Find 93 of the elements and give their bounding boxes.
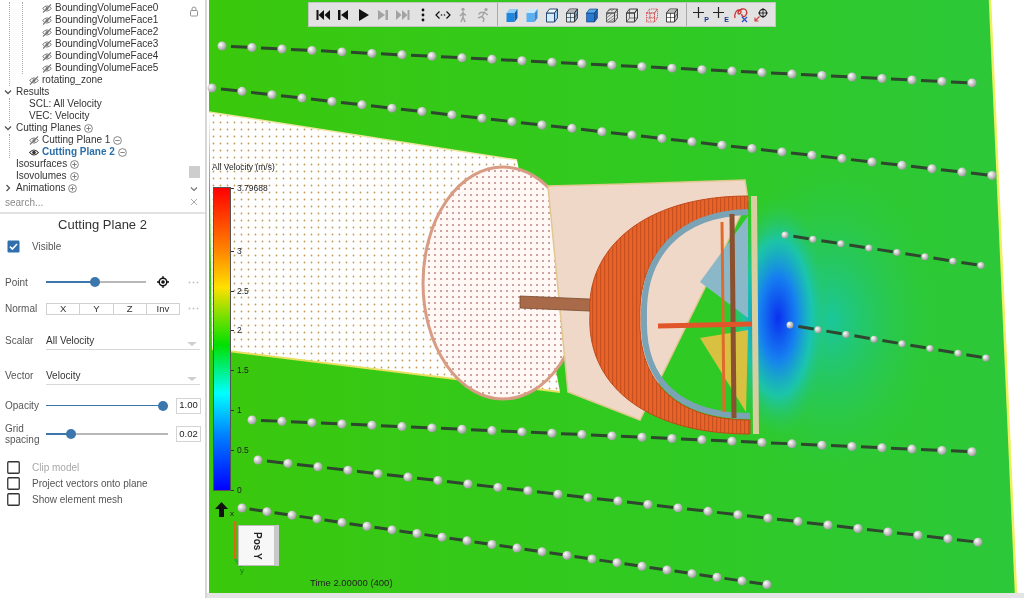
axis-label: y [240,567,244,575]
tree-item-label[interactable]: VEC: Velocity [29,110,90,122]
time-label: Time 2.00000 (400) [310,578,393,588]
axis-label: x [230,510,234,518]
dropdown[interactable]: Velocity [46,365,200,385]
tree-item-label[interactable]: SCL: All Velocity [29,98,102,110]
field-label: Vector [5,368,35,383]
edged-cube-icon[interactable] [544,6,560,23]
eye-slash-icon[interactable] [42,63,52,73]
plus-circle-icon[interactable] [68,183,78,193]
grid-cube-icon[interactable] [664,6,680,23]
tree-item-label[interactable]: BoundingVolumeFace3 [55,38,159,50]
checkbox[interactable] [7,477,20,490]
normal-button[interactable]: Inv [145,302,180,315]
field-label: Normal [5,302,39,316]
chevron-down-icon[interactable] [190,186,198,192]
number-input[interactable]: 1.00 [176,397,201,414]
field-label: Point [5,275,29,290]
tree-item-label[interactable]: Results [16,86,50,98]
slider-track[interactable] [46,400,168,411]
legend-title: All Velocity (m/s) [212,163,275,172]
plus-circle-icon[interactable] [69,171,79,181]
legend-label: 2 [231,326,242,336]
eye-slash-icon[interactable] [29,135,39,145]
eye-slash-icon[interactable] [42,3,52,13]
tree-item-label[interactable]: Cutting Plane 2 [42,146,115,158]
crosshair-icon [693,6,704,18]
chevron-down-icon[interactable] [4,124,12,132]
arrow-up-icon [215,502,228,517]
legend-label: 2.5 [231,286,249,296]
minus-circle-icon[interactable] [113,135,123,145]
legend-label: 3 [231,246,242,256]
target-icon[interactable] [157,276,169,288]
tree-item-label[interactable]: Cutting Planes [16,122,82,134]
panel-title: Cutting Plane 2 [57,216,148,235]
legend-label: 0 [231,485,242,495]
checkbox[interactable] [7,240,20,253]
field-label: Scalar [5,333,35,348]
wire-cube-icon[interactable] [624,6,640,23]
tree-item-label[interactable]: BoundingVolumeFace2 [55,26,159,38]
field-label: Opacity [5,400,40,411]
legend-label: 1.5 [231,366,249,376]
eye-icon[interactable] [29,147,39,157]
checkbox-label: Show element mesh [32,493,123,507]
slider-track[interactable] [46,429,168,439]
plus-circle-icon[interactable] [84,123,94,133]
scrollbar-thumb[interactable] [188,166,200,178]
tree-item-label[interactable]: rotating_zone [42,74,103,86]
lock-icon[interactable] [189,6,199,17]
slider-thumb[interactable] [66,429,77,439]
eye-slash-icon[interactable] [29,75,39,85]
crosshair-arrow-icon[interactable] [753,6,769,23]
eye-slash-icon[interactable] [42,27,52,37]
tree-item-label[interactable]: Isovolumes [16,170,67,182]
plus-circle-icon[interactable] [70,159,80,169]
slider-thumb[interactable] [158,400,168,411]
tree-item-label[interactable]: Animations [16,182,66,194]
normal-button[interactable]: X [46,302,81,315]
legend-label: 3.79688 [231,183,268,193]
flat-cube-icon[interactable] [584,6,600,23]
chevron-right-icon[interactable] [4,184,12,192]
scribble-icon[interactable] [733,6,749,23]
tree-item-label[interactable]: Cutting Plane 1 [42,134,111,146]
chevron-down-icon[interactable] [4,88,12,96]
eye-slash-icon[interactable] [42,39,52,49]
number-input[interactable]: 0.02 [176,426,201,442]
hatched-cube-icon[interactable] [604,6,620,23]
dropdown[interactable]: All Velocity [46,330,200,350]
field-label: Visible [32,240,62,254]
tree-item-label[interactable]: BoundingVolumeFace1 [55,14,159,26]
checkbox-label: Clip model [32,461,80,475]
legend-label: 1 [231,405,242,415]
legend-label: 0.5 [231,445,249,455]
tree-item-label[interactable]: BoundingVolumeFace5 [55,62,159,74]
checkbox[interactable] [7,493,20,506]
view-cube[interactable]: Pos Y [238,525,279,566]
eye-slash-icon[interactable] [42,15,52,25]
slider-track[interactable] [46,277,146,287]
minus-circle-icon[interactable] [117,147,127,157]
eye-slash-icon[interactable] [42,51,52,61]
shaded-cube-icon[interactable] [504,6,520,23]
crosshair-icon [713,6,724,18]
meshed-cube-icon[interactable] [564,6,580,23]
checkbox-label: Project vectors onto plane [32,477,148,491]
normal-button[interactable]: Y [79,302,114,315]
tree-item-label[interactable]: Isosurfaces [16,158,68,170]
tree-item-label[interactable]: BoundingVolumeFace4 [55,50,159,62]
tree-item-label[interactable]: BoundingVolumeFace0 [55,2,159,14]
slider-thumb[interactable] [90,277,101,287]
field-label: Grid spacing [5,423,41,445]
axes-icon [233,521,243,567]
normal-button[interactable]: Z [112,302,147,315]
search-field[interactable]: search... [5,195,190,209]
